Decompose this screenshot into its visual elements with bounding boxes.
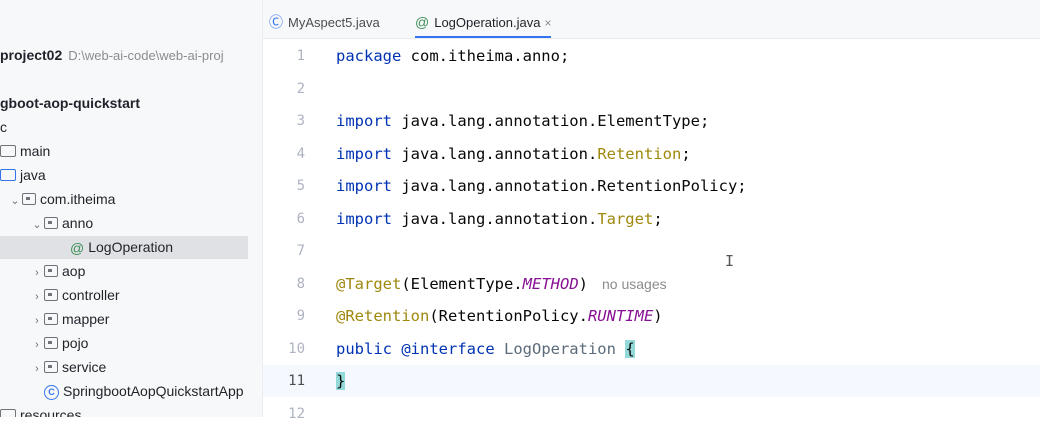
chevron-right-icon[interactable]: › — [30, 334, 44, 357]
package-icon — [22, 193, 36, 206]
chevron-right-icon[interactable]: › — [30, 310, 44, 333]
tree-item-label: main — [20, 143, 51, 159]
tree-item-anno[interactable]: ⌄ anno — [0, 212, 262, 235]
editor-tab-bar: Ⓒ MyAspect5.java @ LogOperation.java × — [263, 0, 1040, 39]
chevron-right-icon[interactable]: › — [30, 262, 44, 285]
package-icon — [44, 289, 58, 302]
tree-item-logoperation[interactable]: @ LogOperation — [0, 236, 248, 259]
tree-item-mapper[interactable]: › mapper — [0, 308, 262, 331]
close-icon[interactable]: × — [544, 16, 551, 30]
code-line-5: 5 import java.lang.annotation.RetentionP… — [263, 170, 1040, 202]
line-number: 4 — [296, 146, 305, 162]
line-number: 6 — [296, 211, 305, 227]
tree-item-label: anno — [62, 215, 94, 231]
tree-item-service[interactable]: › service — [0, 356, 262, 379]
tree-item-com-itheima[interactable]: ⌄ com.itheima — [0, 188, 262, 211]
line-number: 7 — [296, 243, 305, 259]
tree-item-c[interactable]: c — [0, 116, 262, 139]
tree-item-java[interactable]: java — [0, 164, 262, 187]
chevron-down-icon[interactable]: ⌄ — [8, 190, 22, 213]
tree-item-label: java — [20, 167, 46, 183]
mouse-text-cursor-icon: I — [725, 252, 735, 270]
code-line-11: 11 } — [263, 365, 1040, 397]
line-number: 1 — [296, 48, 305, 64]
usages-hint[interactable]: no usages — [602, 276, 667, 292]
code-line-1: 1 package com.itheima.anno; — [263, 40, 1040, 72]
chevron-down-icon[interactable]: ⌄ — [30, 214, 44, 237]
tree-item-label: gboot-aop-quickstart — [0, 95, 140, 111]
code-line-7: 7 — [263, 235, 1040, 267]
folder-icon — [0, 169, 16, 182]
project-path: D:\web-ai-code\web-ai-proj — [68, 48, 224, 63]
class-icon: Ⓒ — [269, 14, 283, 30]
package-icon — [44, 313, 58, 326]
tree-item-pojo[interactable]: › pojo — [0, 332, 262, 355]
tree-item-label: service — [62, 359, 107, 375]
line-number: 12 — [288, 406, 305, 422]
code-line-10: 10 public @interface LogOperation { — [263, 333, 1040, 365]
code-editor[interactable]: 1 package com.itheima.anno; 2 3 import j… — [263, 39, 1040, 422]
package-icon — [44, 361, 58, 374]
folder-icon — [0, 409, 16, 417]
tree-item-label: LogOperation — [88, 239, 174, 255]
code-line-2: 2 — [263, 73, 1040, 105]
tree-item-main[interactable]: main — [0, 140, 262, 163]
chevron-right-icon[interactable]: › — [30, 358, 44, 381]
tree-item-aop[interactable]: › aop — [0, 260, 262, 283]
project-name: project02 — [0, 47, 63, 63]
tree-item-springbootaopquickstartapp[interactable]: C SpringbootAopQuickstartApp — [0, 380, 262, 403]
tree-item-label: c — [0, 119, 7, 135]
line-number: 9 — [296, 308, 305, 324]
code-line-3: 3 import java.lang.annotation.ElementTyp… — [263, 105, 1040, 137]
code-line-12: 12 — [263, 398, 1040, 430]
tree-item-label: pojo — [62, 335, 89, 351]
line-number: 5 — [296, 178, 305, 194]
line-number: 2 — [296, 81, 305, 97]
tree-item-controller[interactable]: › controller — [0, 284, 262, 307]
tree-item-label: mapper — [62, 311, 110, 327]
package-icon — [44, 265, 58, 278]
code-line-6: 6 import java.lang.annotation.Target; — [263, 203, 1040, 235]
tree-item-label: com.itheima — [40, 191, 116, 207]
tab-logoperation[interactable]: @ LogOperation.java × — [415, 0, 552, 38]
chevron-right-icon[interactable]: › — [30, 286, 44, 309]
tree-item-gboot-aop-quickstart[interactable]: gboot-aop-quickstart — [0, 92, 262, 115]
tree-item-label: controller — [62, 287, 120, 303]
brace-match-highlight: } — [336, 372, 346, 390]
tree-item-label: SpringbootAopQuickstartApp — [63, 383, 244, 399]
project-root[interactable]: project02 D:\web-ai-code\web-ai-proj — [0, 44, 262, 67]
code-line-8: 8 @Target(ElementType.METHOD) no usages — [263, 268, 1040, 300]
class-icon: C — [44, 384, 59, 400]
package-icon — [44, 217, 58, 230]
tab-myaspect5[interactable]: Ⓒ MyAspect5.java — [269, 0, 380, 38]
code-line-9: 9 @Retention(RetentionPolicy.RUNTIME) — [263, 300, 1040, 332]
line-number: 8 — [296, 276, 305, 292]
line-number: 11 — [288, 373, 305, 389]
line-number: 10 — [288, 341, 305, 357]
package-icon — [44, 337, 58, 350]
code-line-4: 4 import java.lang.annotation.Retention; — [263, 138, 1040, 170]
folder-icon — [0, 145, 16, 158]
line-number: 3 — [296, 113, 305, 129]
tree-item-resources[interactable]: resources — [0, 404, 262, 417]
annotation-icon: @ — [415, 14, 430, 30]
project-tree-panel: project02 D:\web-ai-code\web-ai-proj gboo… — [0, 0, 263, 417]
annotation-icon: @ — [70, 239, 85, 256]
tree-item-label: aop — [62, 263, 86, 279]
tree-item-label: resources — [20, 407, 82, 417]
brace-match-highlight: { — [625, 340, 635, 358]
